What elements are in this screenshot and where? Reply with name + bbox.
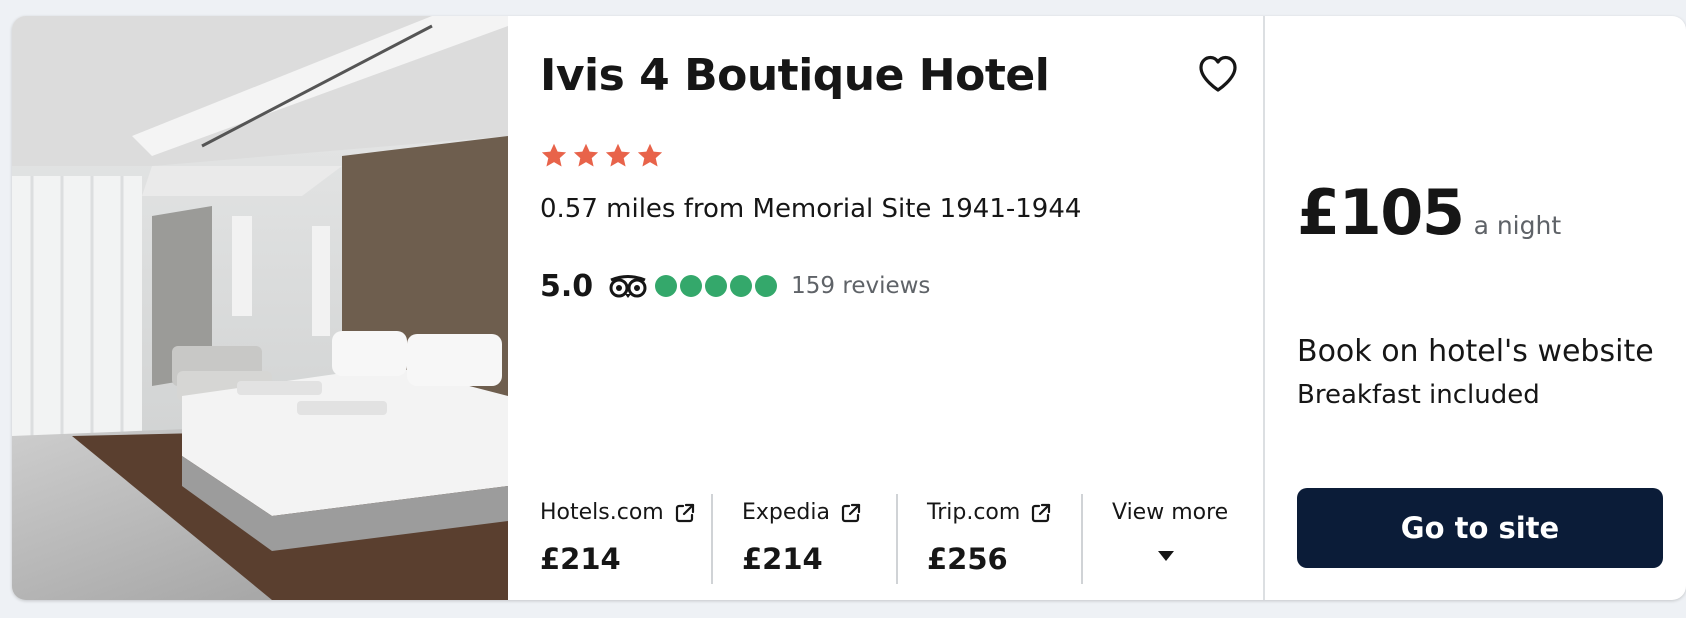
rating-bubbles [655,275,778,297]
hotel-name[interactable]: Ivis 4 Boutique Hotel [540,50,1050,101]
price-amount: £105 [1297,176,1465,249]
provider-price: £214 [742,542,823,576]
price-unit: a night [1473,211,1562,240]
go-to-site-button[interactable]: Go to site [1297,488,1663,568]
external-link-icon [841,503,861,522]
rating-bubble [680,275,703,297]
provider-price: £256 [927,542,1008,576]
rating-bubble [730,275,753,297]
reviews-count[interactable]: 159 reviews [791,273,930,299]
hotel-info: Ivis 4 Boutique Hotel 0.57 miles from Me… [508,16,1263,600]
rating-score: 5.0 [540,268,594,304]
star-icon [605,143,631,167]
rating-bubble [705,275,728,297]
review-rating: 5.0 159 reviews [540,268,930,304]
view-more-label: View more [1112,500,1229,525]
provider-name-row: Expedia [742,500,862,525]
heart-icon[interactable] [1196,52,1240,96]
view-more-button[interactable]: View more [1081,494,1233,584]
provider-prices: Hotels.com £214 Expedia £214 Trip.com £2… [540,494,1260,584]
external-link-icon [675,503,694,522]
booking-source: Book on hotel's website [1297,334,1654,369]
offer-extras: Breakfast included [1297,380,1540,410]
rating-bubble [755,275,778,297]
star-icon [573,143,599,167]
external-link-icon [1032,503,1051,522]
provider-price: £214 [540,542,621,576]
hotel-photo[interactable] [12,16,508,600]
provider-name: Hotels.com [540,500,664,525]
provider-hotels-com[interactable]: Hotels.com £214 [540,494,711,584]
provider-name-row: Hotels.com [540,500,696,525]
hotel-room-image [12,16,508,600]
tripadvisor-owl-icon [609,275,647,298]
provider-trip-com[interactable]: Trip.com £256 [896,494,1081,584]
distance-text: 0.57 miles from Memorial Site 1941-1944 [540,194,1082,224]
star-icon [541,143,567,167]
provider-name: Trip.com [927,500,1021,525]
provider-name-row: Trip.com [927,500,1052,525]
star-icon [637,143,663,167]
caret-down-icon [1158,551,1174,561]
nightly-price: £105 a night [1297,176,1561,249]
hotel-result-card: Ivis 4 Boutique Hotel 0.57 miles from Me… [12,16,1686,600]
provider-expedia[interactable]: Expedia £214 [711,494,896,584]
star-rating [540,142,664,170]
rating-bubble [655,275,678,297]
provider-name: Expedia [742,500,830,525]
price-panel: £105 a night Book on hotel's website Bre… [1265,16,1686,600]
